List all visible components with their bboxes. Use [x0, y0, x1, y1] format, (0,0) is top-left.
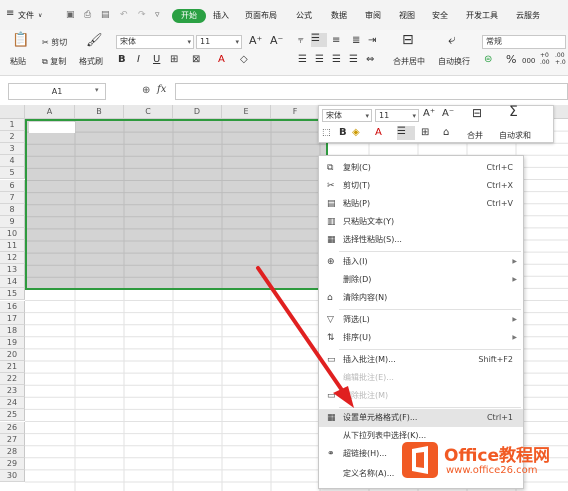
watermark-logo: Office教程网 www.office26.com	[400, 440, 565, 482]
watermark-url: www.office26.com	[446, 465, 538, 476]
watermark-brand: Office教程网	[444, 446, 551, 466]
annotation-arrow	[256, 266, 354, 408]
